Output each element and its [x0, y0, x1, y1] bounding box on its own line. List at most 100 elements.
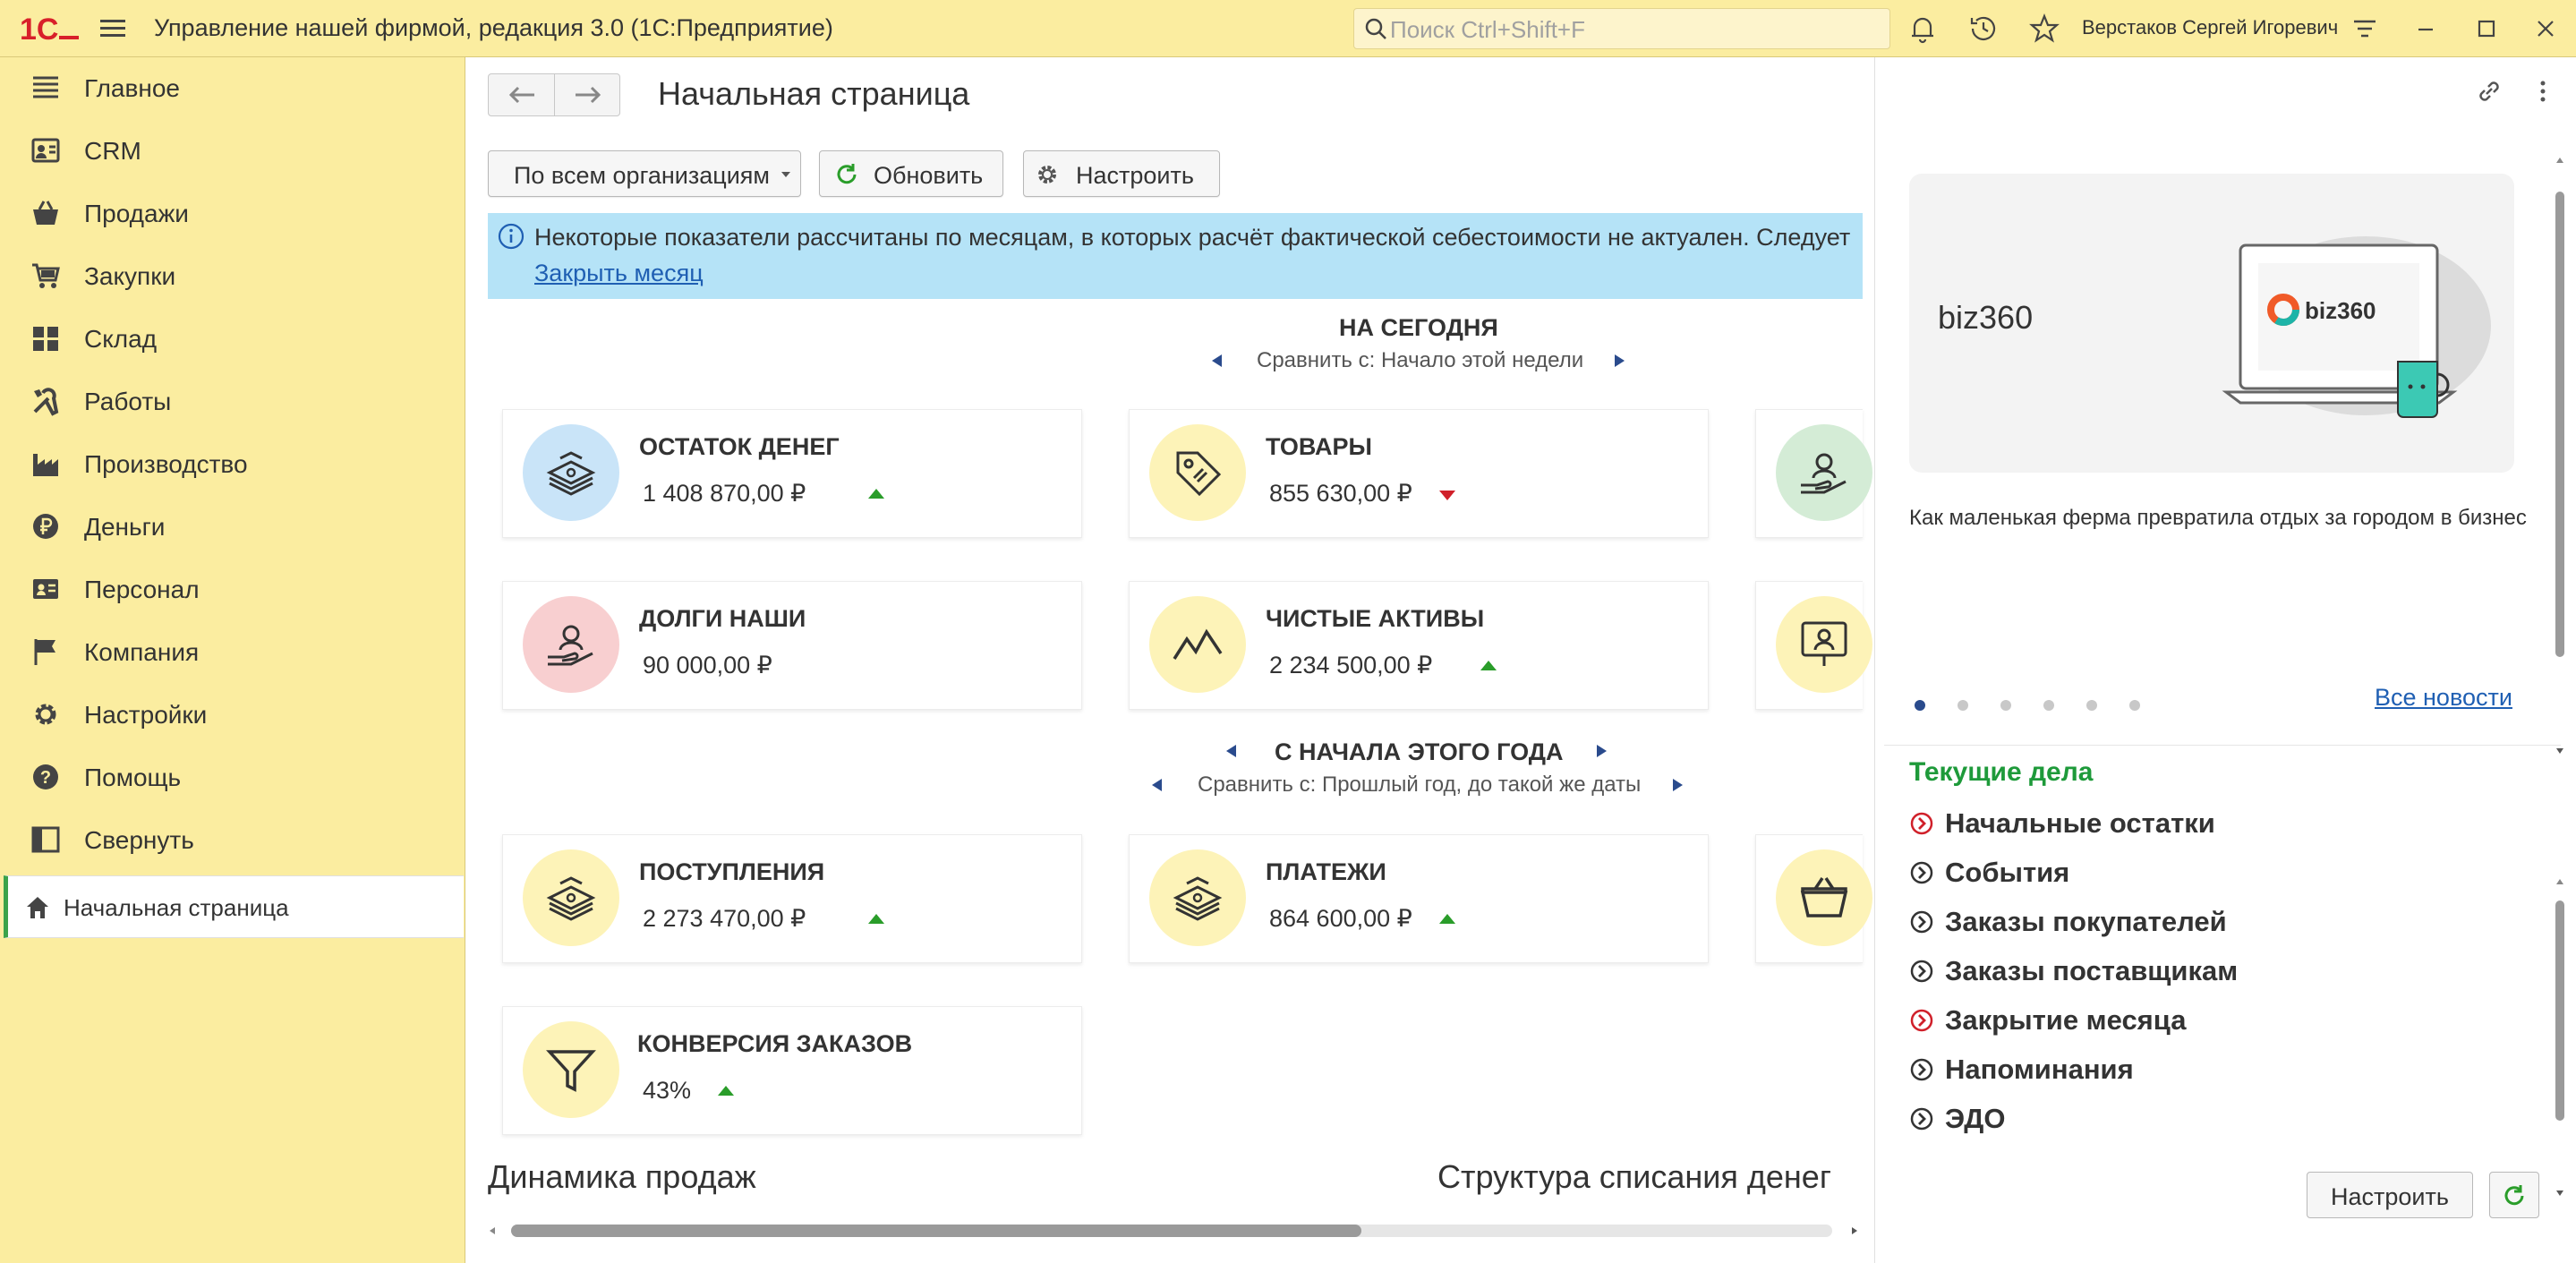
forward-arrow-icon[interactable] [570, 82, 606, 107]
presentation-person-icon [1801, 621, 1847, 666]
minimize-icon[interactable] [2410, 13, 2442, 45]
sidebar-item-home-page[interactable]: Начальная страница [4, 875, 464, 938]
scroll-up-arrow[interactable] [2555, 877, 2564, 886]
today-prev-arrow[interactable] [1212, 354, 1222, 367]
money-stack-icon [546, 451, 596, 496]
slide-dot[interactable] [2043, 700, 2054, 711]
year-compare-next-arrow[interactable] [1673, 779, 1683, 791]
card-order-conversion[interactable]: КОНВЕРСИЯ ЗАКАЗОВ 43% [502, 1006, 1082, 1135]
card-value: 43% [643, 1077, 692, 1104]
tasks-refresh-button[interactable] [2489, 1172, 2539, 1218]
more-vertical-icon[interactable] [2527, 75, 2559, 107]
year-next-arrow[interactable] [1597, 745, 1607, 757]
organization-select[interactable]: По всем организациям [488, 150, 801, 197]
news-vertical-scrollbar[interactable] [2552, 156, 2568, 764]
close-month-link[interactable]: Закрыть месяц [534, 260, 704, 287]
today-title: НА СЕГОДНЯ [1339, 314, 1498, 341]
settings-menu-icon[interactable] [2349, 13, 2381, 45]
history-icon[interactable] [1967, 13, 2000, 45]
bell-icon[interactable] [1906, 13, 1939, 45]
card-icon-circle [1149, 849, 1246, 946]
all-news-link[interactable]: Все новости [2375, 684, 2512, 712]
sidebar-item-crm[interactable]: CRM [0, 120, 464, 183]
scroll-left-arrow[interactable] [488, 1226, 497, 1235]
tasks-configure-label: Настроить [2331, 1183, 2449, 1210]
basket-icon [33, 201, 58, 225]
year-prev-arrow[interactable] [1226, 745, 1236, 757]
card-goods[interactable]: ТОВАРЫ 855 630,00 ₽ [1129, 409, 1709, 538]
card-net-assets[interactable]: ЧИСТЫЕ АКТИВЫ 2 234 500,00 ₽ [1129, 581, 1709, 710]
card-value: 2 273 470,00 ₽ [643, 905, 806, 932]
scroll-down-arrow[interactable] [2555, 1189, 2564, 1198]
close-icon[interactable] [2529, 13, 2562, 45]
card-icon-circle [1776, 849, 1872, 946]
sidebar-item-production[interactable]: Производство [0, 433, 464, 496]
1c-logo-icon: 1С [20, 13, 79, 47]
today-compare[interactable]: Сравнить с: Начало этой недели [1257, 348, 1583, 373]
ruble-icon [33, 514, 58, 539]
tasks-configure-button[interactable]: Настроить [2307, 1172, 2473, 1218]
maximize-icon[interactable] [2470, 13, 2503, 45]
scroll-right-arrow[interactable] [1850, 1226, 1859, 1235]
cart-icon [32, 263, 60, 288]
star-icon[interactable] [2028, 13, 2060, 45]
chevron-circle-icon [1910, 1009, 1933, 1032]
news-banner[interactable]: biz360 biz360 [1909, 174, 2514, 473]
tasks-vertical-scrollbar[interactable] [2552, 815, 2568, 1199]
sidebar-item-purchases[interactable]: Закупки [0, 245, 464, 308]
sidebar-item-warehouse[interactable]: Склад [0, 308, 464, 371]
sidebar-item-company[interactable]: Компания [0, 621, 464, 684]
news-text[interactable]: Как маленькая ферма превратила отдых за … [1909, 503, 2527, 533]
refresh-button[interactable]: Обновить [819, 150, 1003, 197]
card-payments[interactable]: ПЛАТЕЖИ 864 600,00 ₽ [1129, 834, 1709, 963]
slide-dot[interactable] [1958, 700, 1968, 711]
card-partial-3[interactable] [1755, 834, 1872, 963]
slide-dot[interactable] [1915, 700, 1925, 711]
trend-up-indicator [868, 489, 884, 499]
sidebar-item-settings[interactable]: Настройки [0, 684, 464, 747]
year-compare[interactable]: Сравнить с: Прошлый год, до такой же дат… [1198, 772, 1641, 798]
user-name[interactable]: Верстаков Сергей Игоревич [2082, 16, 2338, 39]
main-menu-icon[interactable] [98, 16, 127, 41]
card-cash-balance[interactable]: ОСТАТОК ДЕНЕГ 1 408 870,00 ₽ [502, 409, 1082, 538]
nav-buttons [488, 73, 620, 116]
sales-dynamics-heading: Динамика продаж [488, 1158, 756, 1195]
sidebar-item-label: Склад [84, 325, 158, 353]
sidebar-item-main[interactable]: Главное [0, 57, 464, 120]
link-icon[interactable] [2473, 75, 2505, 107]
slide-dot[interactable] [2129, 700, 2140, 711]
chevron-circle-icon [1910, 1107, 1933, 1131]
year-title: С НАЧАЛА ЭТОГО ГОДА [1275, 738, 1564, 765]
sidebar-item-help[interactable]: ? Помощь [0, 747, 464, 809]
search-input[interactable]: Поиск Ctrl+Shift+F [1353, 8, 1890, 49]
card-partial-2[interactable] [1755, 581, 1872, 710]
flag-icon [34, 639, 55, 665]
home-icon [27, 897, 48, 918]
right-panel: biz360 biz360 Как маленькая ферма превра… [1874, 57, 2576, 1263]
scroll-thumb[interactable] [2555, 900, 2564, 1121]
sidebar-item-money[interactable]: Деньги [0, 496, 464, 559]
scroll-down-arrow[interactable] [2555, 747, 2564, 755]
scroll-thumb[interactable] [511, 1225, 1361, 1237]
card-value: 864 600,00 ₽ [1269, 905, 1412, 932]
back-arrow-icon[interactable] [504, 82, 540, 107]
gear-icon [1038, 166, 1056, 183]
horizontal-scrollbar[interactable] [488, 1221, 1863, 1241]
task-label: Заказы покупателей [1945, 906, 2227, 937]
slide-dot[interactable] [2086, 700, 2097, 711]
configure-button[interactable]: Настроить [1023, 150, 1220, 197]
slide-dot[interactable] [2000, 700, 2011, 711]
card-our-debts[interactable]: ДОЛГИ НАШИ 90 000,00 ₽ [502, 581, 1082, 710]
sidebar-item-staff[interactable]: Персонал [0, 559, 464, 621]
card-partial-1[interactable] [1755, 409, 1872, 538]
sidebar-item-sales[interactable]: Продажи [0, 183, 464, 245]
today-next-arrow[interactable] [1615, 354, 1625, 367]
main-content: Начальная страница По всем организациям … [466, 57, 1873, 1263]
scroll-thumb[interactable] [2555, 192, 2564, 657]
sidebar-item-collapse[interactable]: Свернуть [0, 809, 464, 872]
sidebar-item-works[interactable]: Работы [0, 371, 464, 433]
card-receipts[interactable]: ПОСТУПЛЕНИЯ 2 273 470,00 ₽ [502, 834, 1082, 963]
year-compare-prev-arrow[interactable] [1152, 779, 1162, 791]
scroll-up-arrow[interactable] [2555, 156, 2564, 165]
chevron-circle-icon [1910, 910, 1933, 934]
